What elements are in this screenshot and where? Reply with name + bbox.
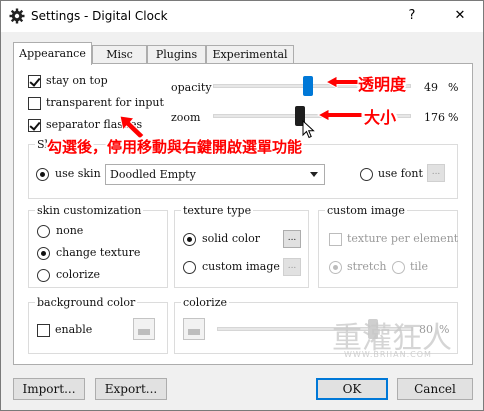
skin-select-value: Doodled Empty bbox=[110, 168, 196, 181]
use-font-label: use font bbox=[378, 167, 423, 180]
opacity-label: opacity bbox=[171, 81, 212, 94]
use-skin-label: use skin bbox=[55, 167, 101, 180]
use-font-radio[interactable] bbox=[360, 168, 373, 181]
colorize-color-swatch[interactable] bbox=[183, 318, 205, 340]
tile-radio[interactable] bbox=[392, 261, 405, 274]
mouse-cursor-icon bbox=[302, 120, 315, 139]
skin-customization-group: skin customization none change texture c… bbox=[28, 204, 168, 288]
chevron-down-icon bbox=[310, 172, 318, 177]
custom-image-radio[interactable] bbox=[183, 261, 196, 274]
zoom-unit: % bbox=[448, 111, 459, 124]
watermark-url: WWW.BRIIAN.COM bbox=[344, 350, 432, 359]
tab-plugins[interactable]: Plugins bbox=[147, 45, 206, 64]
change-texture-radio[interactable] bbox=[37, 247, 50, 260]
menu-annotation: 勾選後，停用移動與右鍵開啟選單功能 bbox=[47, 138, 303, 156]
custom-image-title: custom image bbox=[325, 204, 407, 217]
window-title: Settings - Digital Clock bbox=[31, 9, 168, 23]
use-skin-radio[interactable] bbox=[36, 168, 49, 181]
export-button[interactable]: Export... bbox=[95, 378, 167, 400]
opacity-unit: % bbox=[448, 81, 459, 94]
help-button[interactable]: ? bbox=[389, 1, 435, 31]
skin-none-radio[interactable] bbox=[37, 225, 50, 238]
solid-color-label: solid color bbox=[202, 232, 261, 245]
skin-none-label: none bbox=[56, 224, 84, 237]
texture-per-element-label: texture per element bbox=[347, 232, 459, 245]
background-color-group: background color enable bbox=[28, 296, 168, 354]
import-button[interactable]: Import... bbox=[13, 378, 85, 400]
colorize-radio-label: colorize bbox=[56, 268, 101, 281]
texture-per-element-checkbox[interactable] bbox=[329, 233, 342, 246]
tab-experimental[interactable]: Experimental bbox=[206, 45, 294, 64]
colorize-radio[interactable] bbox=[37, 269, 50, 282]
transparent-for-input-label: transparent for input bbox=[46, 96, 164, 109]
background-enable-checkbox[interactable] bbox=[37, 324, 50, 337]
separator-flashes-checkbox[interactable] bbox=[28, 119, 41, 132]
background-color-title: background color bbox=[35, 296, 138, 309]
texture-type-title: texture type bbox=[181, 204, 254, 217]
font-browse-button[interactable]: ... bbox=[427, 164, 445, 182]
zoom-annotation: 大小 bbox=[364, 108, 397, 127]
tab-misc[interactable]: Misc bbox=[92, 45, 147, 64]
custom-image-group: custom image texture per element stretch… bbox=[318, 204, 459, 288]
close-button[interactable]: ✕ bbox=[437, 1, 483, 31]
custom-image-button[interactable]: ... bbox=[283, 258, 301, 276]
colorize-title: colorize bbox=[181, 296, 230, 309]
solid-color-radio[interactable] bbox=[183, 233, 196, 246]
background-enable-label: enable bbox=[55, 323, 93, 336]
appearance-panel: stay on top transparent for input separa… bbox=[13, 63, 473, 365]
stretch-label: stretch bbox=[347, 260, 387, 273]
zoom-value: 176 bbox=[424, 111, 445, 124]
transparent-for-input-checkbox[interactable] bbox=[28, 97, 41, 110]
background-color-swatch[interactable] bbox=[133, 318, 155, 340]
ok-button[interactable]: OK bbox=[316, 378, 388, 400]
texture-type-group: texture type solid color ... custom imag… bbox=[174, 204, 309, 288]
change-texture-label: change texture bbox=[56, 246, 141, 259]
skin-select[interactable]: Doodled Empty bbox=[105, 164, 325, 185]
opacity-annotation: 透明度 bbox=[358, 75, 407, 94]
custom-image-label: custom image bbox=[202, 260, 280, 273]
settings-window: Settings - Digital Clock ? ✕ Appearance … bbox=[0, 0, 484, 411]
opacity-slider-thumb[interactable] bbox=[303, 76, 313, 96]
opacity-value: 49 bbox=[424, 81, 438, 94]
tile-label: tile bbox=[410, 260, 428, 273]
stay-on-top-checkbox[interactable] bbox=[28, 75, 41, 88]
title-bar: Settings - Digital Clock ? ✕ bbox=[1, 1, 483, 32]
cancel-button[interactable]: Cancel bbox=[397, 378, 473, 400]
stretch-radio[interactable] bbox=[329, 261, 342, 274]
arrow-left-icon bbox=[316, 108, 363, 122]
tab-appearance[interactable]: Appearance bbox=[13, 42, 92, 65]
stay-on-top-label: stay on top bbox=[46, 74, 108, 87]
arrow-left-icon bbox=[324, 75, 359, 89]
skin-customization-title: skin customization bbox=[35, 204, 144, 217]
solid-color-button[interactable]: ... bbox=[283, 230, 301, 248]
zoom-label: zoom bbox=[171, 111, 201, 124]
gear-icon bbox=[9, 8, 25, 24]
